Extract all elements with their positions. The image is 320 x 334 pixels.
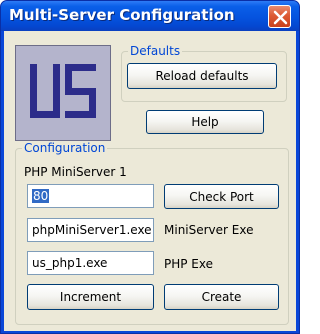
window-title: Multi-Server Configuration (9, 6, 235, 24)
close-icon (273, 10, 288, 25)
close-button[interactable] (268, 5, 291, 28)
title-bar[interactable]: Multi-Server Configuration (1, 1, 299, 31)
defaults-group-label: Defaults (128, 44, 183, 58)
miniserver-exe-input[interactable]: phpMiniServer1.exe (27, 218, 154, 242)
server-name-label: PHP MiniServer 1 (24, 165, 127, 179)
port-input[interactable]: 80 (27, 184, 154, 208)
increment-button[interactable]: Increment (27, 284, 154, 310)
configuration-group-label: Configuration (22, 141, 108, 155)
app-window: Multi-Server Configuration Defaults Relo… (0, 0, 300, 334)
help-button[interactable]: Help (146, 110, 264, 134)
check-port-button[interactable]: Check Port (164, 184, 279, 209)
php-exe-input[interactable]: us_php1.exe (27, 251, 154, 275)
create-button[interactable]: Create (164, 284, 279, 310)
miniserver-exe-label: MiniServer Exe (164, 223, 254, 237)
reload-defaults-button[interactable]: Reload defaults (127, 63, 277, 89)
port-value: 80 (32, 189, 50, 203)
php-exe-label: PHP Exe (164, 257, 214, 271)
us-logo-icon (15, 45, 111, 141)
dialog-client-area: Defaults Reload defaults Help Configurat… (4, 31, 296, 331)
